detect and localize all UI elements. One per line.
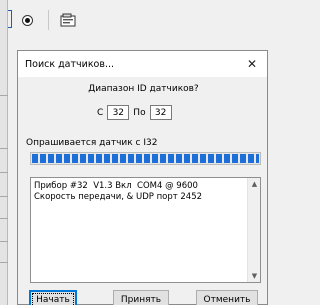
id-range-row: С 32 По 32	[97, 104, 172, 121]
app-toolbar	[0, 0, 268, 40]
start-button[interactable]: Начать	[29, 290, 77, 305]
toolbar-separator	[48, 10, 49, 30]
log-scrollbar[interactable]: ▲ ▼	[247, 178, 260, 282]
panel-divider	[0, 196, 8, 197]
to-id-input[interactable]: 32	[149, 105, 172, 120]
panel-divider	[0, 241, 8, 242]
document-icon	[60, 13, 76, 27]
scan-status: Опрашивается датчик с I32	[26, 138, 158, 148]
to-label: По	[133, 107, 146, 118]
progress-fill	[32, 154, 259, 163]
close-icon: ✕	[246, 57, 258, 71]
close-button[interactable]: ✕	[243, 55, 261, 73]
scan-progress-bar	[30, 152, 261, 165]
from-label: С	[97, 107, 104, 118]
document-button[interactable]	[58, 10, 78, 30]
sensor-search-dialog: Поиск датчиков... ✕ Диапазон ID датчиков…	[17, 50, 268, 305]
start-button-label: Начать	[32, 293, 74, 305]
from-id-input[interactable]: 32	[107, 105, 130, 120]
results-log[interactable]: Прибор #32 V1.3 Вкл COM4 @ 9600 Скорость…	[30, 177, 261, 283]
scroll-up-icon[interactable]: ▲	[248, 178, 261, 190]
radio-icon	[21, 14, 33, 26]
panel-divider	[0, 148, 8, 149]
scroll-down-icon[interactable]: ▼	[248, 270, 261, 282]
log-entry: Прибор #32 V1.3 Вкл COM4 @ 9600 Скорость…	[34, 181, 203, 202]
panel-divider	[0, 172, 8, 173]
cancel-button[interactable]: Отменить	[196, 290, 258, 305]
cancel-button-label: Отменить	[203, 295, 251, 305]
panel-divider	[0, 95, 8, 96]
dialog-titlebar[interactable]: Поиск датчиков... ✕	[18, 51, 267, 77]
dialog-title: Поиск датчиков...	[25, 58, 115, 70]
radio-button[interactable]	[18, 10, 36, 30]
range-heading: Диапазон ID датчиков?	[88, 84, 199, 94]
panel-divider	[0, 262, 8, 263]
panel-divider	[0, 218, 8, 219]
app-side-panel	[0, 0, 8, 305]
accept-button[interactable]: Принять	[113, 290, 169, 305]
accept-button-label: Принять	[120, 295, 162, 305]
